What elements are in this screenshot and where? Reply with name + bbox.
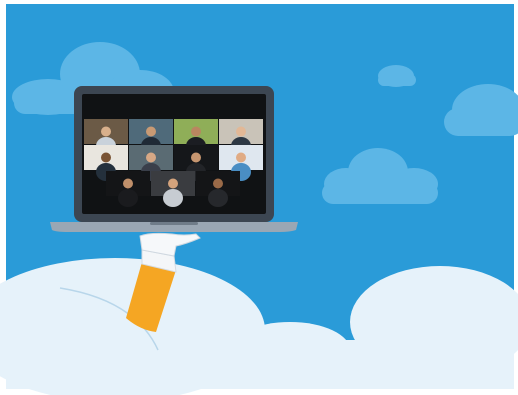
participant-face	[101, 152, 111, 163]
participant-face	[191, 152, 201, 163]
participant-shoulders	[118, 189, 138, 207]
participant-shoulders	[163, 189, 183, 207]
illustration-scene	[0, 0, 518, 395]
laptop-base-notch	[150, 222, 198, 225]
participant-face	[168, 178, 178, 189]
participant-face	[101, 126, 111, 137]
participant-face	[236, 152, 246, 163]
participant-face	[213, 178, 223, 189]
participant-face	[236, 126, 246, 137]
participant-shoulders	[208, 189, 228, 207]
participant-face	[146, 126, 156, 137]
laptop	[50, 86, 298, 232]
participant-face	[123, 178, 133, 189]
participant-face	[146, 152, 156, 163]
participant-face	[191, 126, 201, 137]
